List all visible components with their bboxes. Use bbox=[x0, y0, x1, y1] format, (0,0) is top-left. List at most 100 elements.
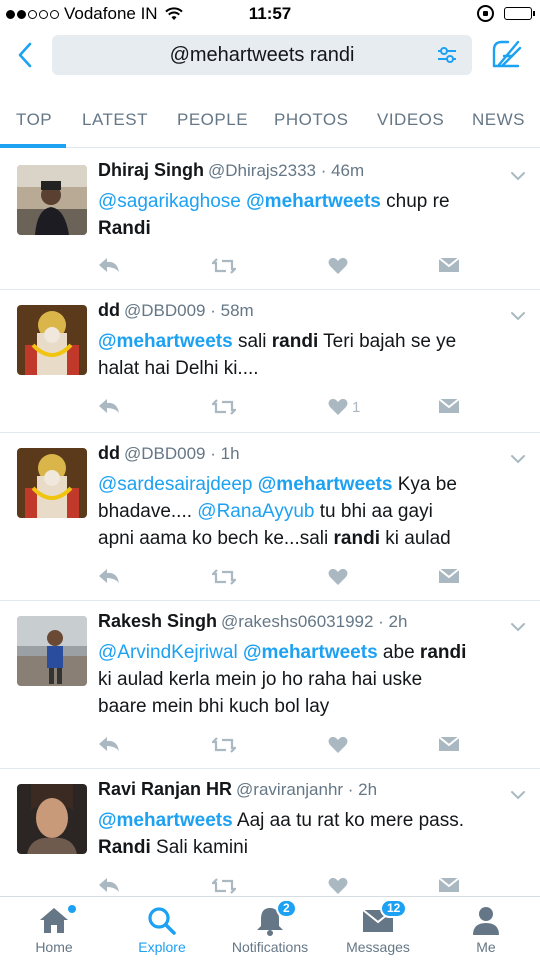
tab-bar-notifications[interactable]: 2 Notifications bbox=[216, 897, 324, 960]
tweet-actions bbox=[0, 736, 540, 760]
tweet-text-segment: Sali kamini bbox=[150, 837, 248, 858]
direct-message-icon[interactable] bbox=[438, 257, 460, 273]
tweet-text-segment: halat hai Delhi ki.... bbox=[98, 358, 259, 379]
retweet-icon[interactable] bbox=[212, 568, 236, 586]
avatar[interactable] bbox=[17, 784, 87, 854]
search-query-text: @mehartweets randi bbox=[169, 43, 355, 66]
like-button[interactable]: 1 bbox=[328, 398, 360, 416]
tweet-author-name[interactable]: Rakesh Singh bbox=[98, 611, 217, 631]
chevron-down-icon[interactable] bbox=[510, 308, 526, 321]
filter-icon[interactable] bbox=[436, 45, 458, 65]
chevron-down-icon[interactable] bbox=[510, 619, 526, 632]
tweet-text: @mehartweets Aaj aa tu rat ko mere pass.… bbox=[98, 807, 528, 861]
heart-icon bbox=[328, 257, 348, 275]
tweet-text-segment: baare mein bhi kuch bol lay bbox=[98, 696, 330, 717]
tab-photos[interactable]: PHOTOS bbox=[274, 110, 348, 130]
mention-link[interactable]: @sagarikaghose bbox=[98, 191, 241, 212]
tweet-header: dd @DBD009 · 58m bbox=[98, 300, 254, 321]
tab-bar-home[interactable]: Home bbox=[0, 897, 108, 960]
search-input[interactable]: @mehartweets randi bbox=[52, 35, 472, 75]
compose-tweet-button[interactable] bbox=[488, 36, 524, 72]
tweet-author-handle: @Dhirajs2333 bbox=[208, 161, 316, 180]
tweet-timestamp: · 58m bbox=[205, 301, 254, 320]
reply-icon[interactable] bbox=[98, 398, 120, 414]
tab-people[interactable]: PEOPLE bbox=[177, 110, 248, 130]
tweet-text: @ArvindKejriwal @mehartweets abe randi ki… bbox=[98, 639, 528, 720]
tweet-author-handle: @DBD009 bbox=[124, 301, 206, 320]
rotation-lock-icon bbox=[477, 5, 494, 22]
tweet-text: @sardesairajdeep @mehartweets Kya be bhad… bbox=[98, 471, 528, 552]
mention-link[interactable]: @RanaAyyub bbox=[197, 501, 314, 522]
direct-message-icon[interactable] bbox=[438, 736, 460, 752]
direct-message-icon[interactable] bbox=[438, 877, 460, 893]
heart-icon bbox=[328, 877, 348, 895]
tweet-author-handle: @rakeshs06031992 bbox=[221, 612, 374, 631]
tweet-timestamp: · 1h bbox=[205, 444, 240, 463]
bottom-tab-bar: Home Explore 2 Notifications 12 Messages… bbox=[0, 896, 540, 960]
direct-message-icon[interactable] bbox=[438, 568, 460, 584]
tweet-text-segment: sali bbox=[232, 331, 272, 352]
messages-badge: 12 bbox=[380, 899, 408, 918]
mention-link[interactable]: @sardesairajdeep bbox=[98, 474, 253, 495]
tweet-row[interactable]: Ravi Ranjan HR @raviranjanhr · 2h @mehartw… bbox=[0, 769, 540, 896]
retweet-icon[interactable] bbox=[212, 257, 236, 275]
mention-link[interactable]: @mehartweets bbox=[243, 642, 378, 663]
tab-bar-messages[interactable]: 12 Messages bbox=[324, 897, 432, 960]
avatar[interactable] bbox=[17, 448, 87, 518]
tab-videos[interactable]: VIDEOS bbox=[377, 110, 444, 130]
mention-link[interactable]: @mehartweets bbox=[246, 191, 381, 212]
like-button[interactable] bbox=[328, 736, 352, 754]
tweet-text: @mehartweets sali randi Teri bajah se ye… bbox=[98, 328, 528, 382]
tweet-text-segment: ki aulad kerla mein jo ho raha hai uske bbox=[98, 669, 423, 690]
tweet-author-name[interactable]: Ravi Ranjan HR bbox=[98, 779, 232, 799]
tab-bar-me[interactable]: Me bbox=[432, 897, 540, 960]
chevron-down-icon[interactable] bbox=[510, 787, 526, 800]
tweet-text-segment: apni aama ko bech ke...sali bbox=[98, 528, 334, 549]
avatar[interactable] bbox=[17, 616, 87, 686]
direct-message-icon[interactable] bbox=[438, 398, 460, 414]
heart-icon bbox=[328, 736, 348, 754]
retweet-icon[interactable] bbox=[212, 736, 236, 754]
like-button[interactable] bbox=[328, 257, 352, 275]
back-button[interactable] bbox=[10, 38, 40, 72]
like-button[interactable] bbox=[328, 568, 352, 586]
reply-icon[interactable] bbox=[98, 257, 120, 273]
tweet-author-handle: @DBD009 bbox=[124, 444, 206, 463]
like-button[interactable] bbox=[328, 877, 352, 895]
mention-link[interactable]: @mehartweets bbox=[98, 810, 233, 831]
tab-bar-label: Explore bbox=[138, 939, 186, 955]
tweet-actions bbox=[0, 257, 540, 281]
chevron-down-icon[interactable] bbox=[510, 168, 526, 181]
tweet-row[interactable]: Dhiraj Singh @Dhirajs2333 · 46m @sagarikag… bbox=[0, 150, 540, 290]
reply-icon[interactable] bbox=[98, 568, 120, 584]
new-content-dot bbox=[68, 905, 76, 913]
tab-bar-explore[interactable]: Explore bbox=[108, 897, 216, 960]
retweet-icon[interactable] bbox=[212, 398, 236, 416]
reply-icon[interactable] bbox=[98, 736, 120, 752]
tweet-text-segment: abe bbox=[377, 642, 420, 663]
tab-news[interactable]: NEWS bbox=[472, 110, 525, 130]
retweet-icon[interactable] bbox=[212, 877, 236, 895]
tweet-header: Dhiraj Singh @Dhirajs2333 · 46m bbox=[98, 160, 364, 181]
avatar[interactable] bbox=[17, 305, 87, 375]
chevron-left-icon bbox=[18, 42, 32, 68]
highlighted-keyword: randi bbox=[271, 331, 319, 352]
tweet-author-name[interactable]: dd bbox=[98, 300, 120, 320]
tab-latest[interactable]: LATEST bbox=[82, 110, 148, 130]
tweet-author-name[interactable]: dd bbox=[98, 443, 120, 463]
mention-link[interactable]: @mehartweets bbox=[258, 474, 393, 495]
chevron-down-icon[interactable] bbox=[510, 451, 526, 464]
highlighted-keyword: randi bbox=[333, 528, 380, 549]
tweet-row[interactable]: dd @DBD009 · 1h @sardesairajdeep @mehartwe… bbox=[0, 433, 540, 601]
mention-link[interactable]: @mehartweets bbox=[98, 331, 233, 352]
reply-icon[interactable] bbox=[98, 877, 120, 893]
tab-top[interactable]: TOP bbox=[16, 110, 52, 130]
tweet-author-name[interactable]: Dhiraj Singh bbox=[98, 160, 204, 180]
tweet-row[interactable]: dd @DBD009 · 58m @mehartweets sali randi T… bbox=[0, 290, 540, 433]
highlighted-keyword: Randi bbox=[98, 218, 151, 239]
tab-bar-label: Messages bbox=[346, 939, 410, 955]
tweet-row[interactable]: Rakesh Singh @rakeshs06031992 · 2h @Arvind… bbox=[0, 601, 540, 769]
highlighted-keyword: Randi bbox=[98, 837, 151, 858]
mention-link[interactable]: @ArvindKejriwal bbox=[98, 642, 238, 663]
avatar[interactable] bbox=[17, 165, 87, 235]
